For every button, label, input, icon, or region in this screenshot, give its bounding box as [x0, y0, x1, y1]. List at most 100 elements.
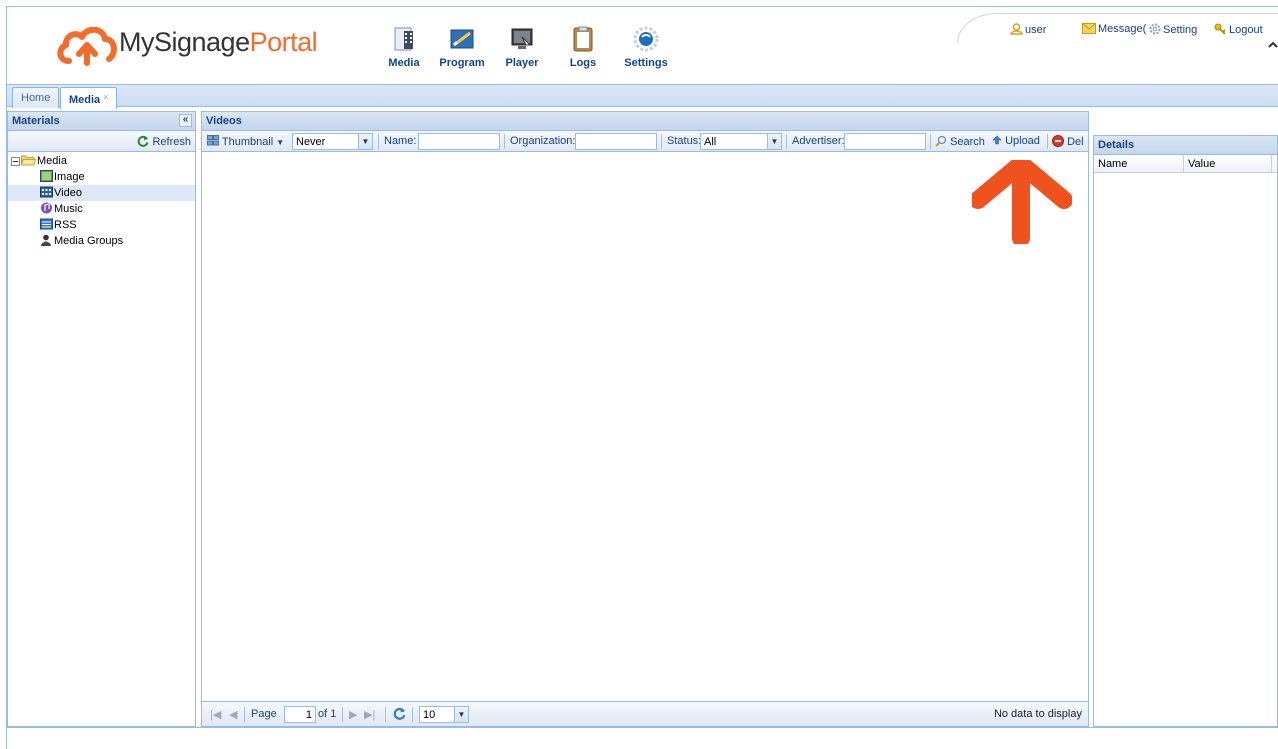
view-mode-button[interactable]: Thumbnail ▼	[207, 135, 284, 148]
paging-status: No data to display	[993, 708, 1082, 720]
next-page-icon[interactable]: ▶	[349, 708, 357, 721]
nav-program-label: Program	[439, 57, 485, 69]
status-label: Status:	[667, 135, 702, 147]
status-select[interactable]: All ▼	[700, 133, 782, 150]
nav-player-label: Player	[505, 57, 539, 69]
first-page-icon[interactable]: |◀	[210, 708, 221, 721]
close-icon[interactable]: ×	[103, 92, 108, 102]
page-size-select[interactable]: 10 ▼	[419, 706, 469, 723]
minus-icon[interactable]	[11, 157, 20, 166]
dropdown-arrow-icon: ▼	[276, 138, 285, 147]
key-icon	[1214, 23, 1226, 35]
last-page-icon[interactable]: ▶|	[364, 708, 375, 721]
materials-title: Materials	[12, 115, 60, 127]
column-name[interactable]: Name	[1094, 155, 1184, 173]
media-tree: Media Image Video Music RSS Media Groups	[8, 153, 195, 249]
chevron-down-icon: ▼	[767, 134, 781, 149]
folder-open-icon	[20, 155, 37, 166]
details-grid-header: Name Value	[1094, 155, 1277, 173]
video-icon	[40, 186, 53, 198]
name-input[interactable]	[418, 133, 500, 150]
toolbar-separator	[786, 134, 787, 149]
details-panel: Name Value	[1093, 155, 1278, 727]
page-label: Page	[251, 708, 277, 720]
collapse-icon[interactable]: «	[179, 114, 192, 127]
videos-panel: Thumbnail ▼ Never ▼ Name: Organization: S…	[201, 131, 1089, 727]
tree-node-video[interactable]: Video	[8, 185, 195, 201]
toolbar-separator	[930, 134, 931, 149]
materials-panel: Refresh Media Image Video Music RSS Medi…	[7, 131, 196, 727]
setting-link[interactable]: Setting	[1149, 23, 1197, 36]
user-link[interactable]: user	[1010, 23, 1046, 36]
period-select[interactable]: Never ▼	[292, 133, 373, 150]
videos-title: Videos	[206, 115, 242, 127]
tree-node-media-groups[interactable]: Media Groups	[8, 233, 195, 249]
tab-media[interactable]: Media ×	[60, 87, 118, 109]
toolbar-separator	[378, 134, 379, 149]
tree-node-music[interactable]: Music	[8, 201, 195, 217]
message-link[interactable]: Message(	[1082, 23, 1146, 35]
user-icon	[1010, 23, 1023, 35]
music-icon	[41, 202, 52, 214]
program-icon	[450, 29, 474, 49]
collapse-header-icon[interactable]	[1268, 41, 1278, 49]
delete-icon	[1052, 135, 1064, 147]
footer-divider	[7, 727, 1278, 728]
page-count-label: of 1	[318, 708, 337, 720]
brand-name: MySignagePortal	[119, 27, 318, 57]
envelope-icon	[1082, 23, 1096, 34]
nav-player[interactable]: Player	[492, 25, 552, 69]
gear-icon	[1149, 23, 1161, 35]
details-header: Details	[1093, 135, 1278, 155]
nav-logs[interactable]: Logs	[553, 25, 613, 69]
image-icon	[40, 170, 53, 182]
media-groups-icon	[41, 234, 51, 246]
tab-strip: Home Media ×	[7, 84, 1278, 109]
advertiser-input[interactable]	[844, 133, 926, 150]
prev-page-icon[interactable]: ◀	[229, 708, 237, 721]
organization-input[interactable]	[575, 133, 657, 150]
toolbar-separator	[661, 134, 662, 149]
logout-link[interactable]: Logout	[1214, 23, 1263, 36]
cloud-upload-icon	[57, 26, 117, 66]
chevron-down-icon: ▼	[454, 707, 468, 722]
rss-icon	[40, 218, 53, 230]
toolbar-separator	[412, 707, 413, 722]
tree-node-rss[interactable]: RSS	[8, 217, 195, 233]
nav-media-label: Media	[388, 57, 420, 69]
videos-header: Videos	[201, 111, 1089, 131]
tab-home[interactable]: Home	[12, 87, 60, 108]
refresh-button[interactable]: Refresh	[137, 135, 191, 148]
delete-button[interactable]: Del	[1052, 135, 1084, 148]
materials-header: Materials «	[7, 111, 196, 131]
nav-program[interactable]: Program	[432, 25, 492, 69]
page-number-input[interactable]: 1	[284, 706, 316, 723]
upload-icon	[992, 135, 1002, 145]
media-icon	[394, 27, 413, 51]
app-header: MySignagePortal Media Program Player Log…	[7, 7, 1278, 83]
toolbar-separator	[504, 134, 505, 149]
upload-button[interactable]: Upload	[992, 135, 1040, 147]
tree-node-media[interactable]: Media	[8, 153, 195, 169]
toolbar-separator	[244, 707, 245, 722]
logs-icon	[573, 26, 593, 52]
name-label: Name:	[384, 135, 417, 147]
toolbar-separator	[1047, 134, 1048, 149]
refresh-icon	[138, 135, 149, 147]
annotation-arrow-icon	[972, 160, 1072, 244]
organization-label: Organization:	[510, 135, 576, 147]
settings-icon	[633, 26, 659, 52]
tree-node-image[interactable]: Image	[8, 169, 195, 185]
search-icon	[935, 135, 947, 147]
player-icon	[511, 28, 533, 49]
search-button[interactable]: Search	[935, 135, 985, 148]
refresh-icon	[393, 707, 406, 720]
chevron-down-icon: ▼	[358, 134, 372, 149]
reload-button[interactable]	[393, 707, 406, 723]
nav-media[interactable]: Media	[374, 25, 434, 69]
paging-toolbar: |◀ ◀ Page 1 of 1 ▶ ▶| 10 ▼ No data to dis…	[202, 701, 1088, 726]
brand-logo[interactable]: MySignagePortal	[57, 19, 337, 69]
nav-settings[interactable]: Settings	[616, 25, 676, 69]
column-value[interactable]: Value	[1184, 155, 1272, 173]
videos-toolbar: Thumbnail ▼ Never ▼ Name: Organization: S…	[202, 131, 1088, 152]
